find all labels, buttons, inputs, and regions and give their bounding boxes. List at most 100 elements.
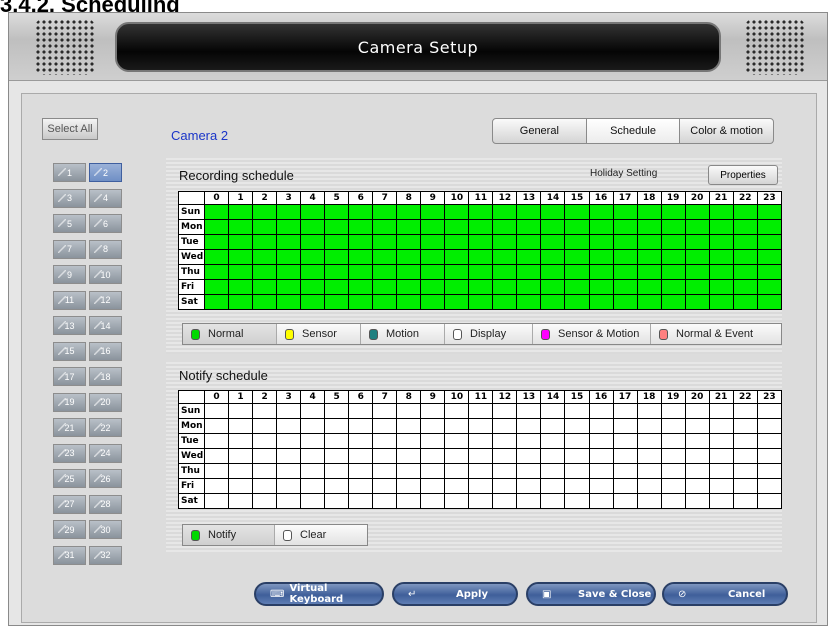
schedule-cell[interactable] [588, 493, 614, 509]
schedule-cell[interactable] [636, 433, 662, 449]
schedule-cell[interactable] [300, 433, 326, 449]
camera-button-12[interactable]: 12 [89, 290, 122, 310]
legend-display[interactable]: Display [445, 324, 533, 344]
schedule-cell[interactable] [732, 294, 758, 310]
schedule-cell[interactable] [228, 294, 254, 310]
schedule-cell[interactable] [612, 478, 638, 494]
schedule-cell[interactable] [228, 249, 254, 265]
schedule-cell[interactable] [228, 279, 254, 295]
schedule-cell[interactable] [612, 448, 638, 464]
schedule-cell[interactable] [732, 204, 758, 220]
schedule-cell[interactable] [636, 249, 662, 265]
schedule-cell[interactable] [708, 219, 734, 235]
schedule-cell[interactable] [252, 418, 278, 434]
schedule-cell[interactable] [203, 418, 230, 434]
schedule-cell[interactable] [612, 264, 638, 280]
schedule-cell[interactable] [203, 403, 230, 419]
schedule-cell[interactable] [276, 448, 302, 464]
schedule-cell[interactable] [708, 234, 734, 250]
schedule-cell[interactable] [540, 219, 566, 235]
schedule-cell[interactable] [372, 279, 398, 295]
schedule-cell[interactable] [660, 433, 686, 449]
properties-button[interactable]: Properties [708, 165, 778, 185]
schedule-cell[interactable] [684, 433, 710, 449]
schedule-cell[interactable] [684, 418, 710, 434]
schedule-cell[interactable] [252, 433, 278, 449]
camera-button-18[interactable]: 18 [89, 367, 122, 386]
schedule-cell[interactable] [468, 433, 494, 449]
schedule-cell[interactable] [324, 478, 350, 494]
schedule-cell[interactable] [228, 448, 254, 464]
schedule-cell[interactable] [636, 204, 662, 220]
schedule-cell[interactable] [756, 264, 783, 280]
schedule-cell[interactable] [276, 463, 302, 479]
schedule-cell[interactable] [756, 279, 783, 295]
schedule-cell[interactable] [732, 249, 758, 265]
schedule-cell[interactable] [252, 294, 278, 310]
schedule-cell[interactable] [468, 463, 494, 479]
schedule-cell[interactable] [540, 448, 566, 464]
schedule-cell[interactable] [324, 249, 350, 265]
camera-button-27[interactable]: 27 [53, 494, 86, 514]
schedule-cell[interactable] [300, 448, 326, 464]
schedule-cell[interactable] [396, 279, 422, 295]
camera-button-20[interactable]: 20 [89, 392, 122, 412]
schedule-cell[interactable] [684, 204, 710, 220]
schedule-cell[interactable] [492, 279, 518, 295]
schedule-cell[interactable] [396, 264, 422, 280]
schedule-cell[interactable] [684, 403, 710, 419]
schedule-cell[interactable] [348, 478, 374, 494]
schedule-cell[interactable] [612, 433, 638, 449]
camera-button-4[interactable]: 4 [89, 188, 122, 208]
schedule-cell[interactable] [516, 433, 542, 449]
schedule-cell[interactable] [684, 279, 710, 295]
schedule-cell[interactable] [444, 249, 470, 265]
schedule-cell[interactable] [492, 249, 518, 265]
schedule-cell[interactable] [324, 234, 350, 250]
schedule-cell[interactable] [372, 448, 398, 464]
schedule-cell[interactable] [203, 493, 230, 509]
schedule-cell[interactable] [468, 264, 494, 280]
schedule-cell[interactable] [636, 219, 662, 235]
schedule-cell[interactable] [564, 249, 590, 265]
schedule-cell[interactable] [468, 294, 494, 310]
legend-sensor-motion[interactable]: Sensor & Motion [533, 324, 651, 344]
camera-button-5[interactable]: 5 [53, 214, 86, 233]
schedule-cell[interactable] [228, 403, 254, 419]
schedule-cell[interactable] [324, 264, 350, 280]
schedule-cell[interactable] [396, 478, 422, 494]
schedule-cell[interactable] [660, 219, 686, 235]
schedule-cell[interactable] [252, 249, 278, 265]
camera-button-2[interactable]: 2 [89, 163, 122, 182]
schedule-cell[interactable] [756, 463, 783, 479]
schedule-cell[interactable] [252, 219, 278, 235]
schedule-cell[interactable] [276, 234, 302, 250]
schedule-cell[interactable] [540, 264, 566, 280]
schedule-cell[interactable] [564, 294, 590, 310]
camera-button-6[interactable]: 6 [89, 214, 122, 233]
schedule-cell[interactable] [540, 204, 566, 220]
schedule-cell[interactable] [516, 493, 542, 509]
schedule-cell[interactable] [372, 264, 398, 280]
schedule-cell[interactable] [228, 234, 254, 250]
schedule-cell[interactable] [612, 279, 638, 295]
schedule-cell[interactable] [203, 478, 230, 494]
schedule-cell[interactable] [420, 463, 446, 479]
schedule-cell[interactable] [684, 493, 710, 509]
schedule-cell[interactable] [276, 264, 302, 280]
schedule-cell[interactable] [396, 249, 422, 265]
schedule-cell[interactable] [372, 418, 398, 434]
legend-sensor[interactable]: Sensor [277, 324, 361, 344]
schedule-cell[interactable] [276, 403, 302, 419]
schedule-cell[interactable] [564, 478, 590, 494]
schedule-cell[interactable] [252, 463, 278, 479]
schedule-cell[interactable] [372, 463, 398, 479]
schedule-cell[interactable] [468, 448, 494, 464]
schedule-cell[interactable] [636, 279, 662, 295]
schedule-cell[interactable] [444, 264, 470, 280]
schedule-cell[interactable] [276, 418, 302, 434]
schedule-cell[interactable] [540, 493, 566, 509]
schedule-cell[interactable] [588, 433, 614, 449]
schedule-cell[interactable] [444, 219, 470, 235]
schedule-cell[interactable] [203, 234, 230, 250]
